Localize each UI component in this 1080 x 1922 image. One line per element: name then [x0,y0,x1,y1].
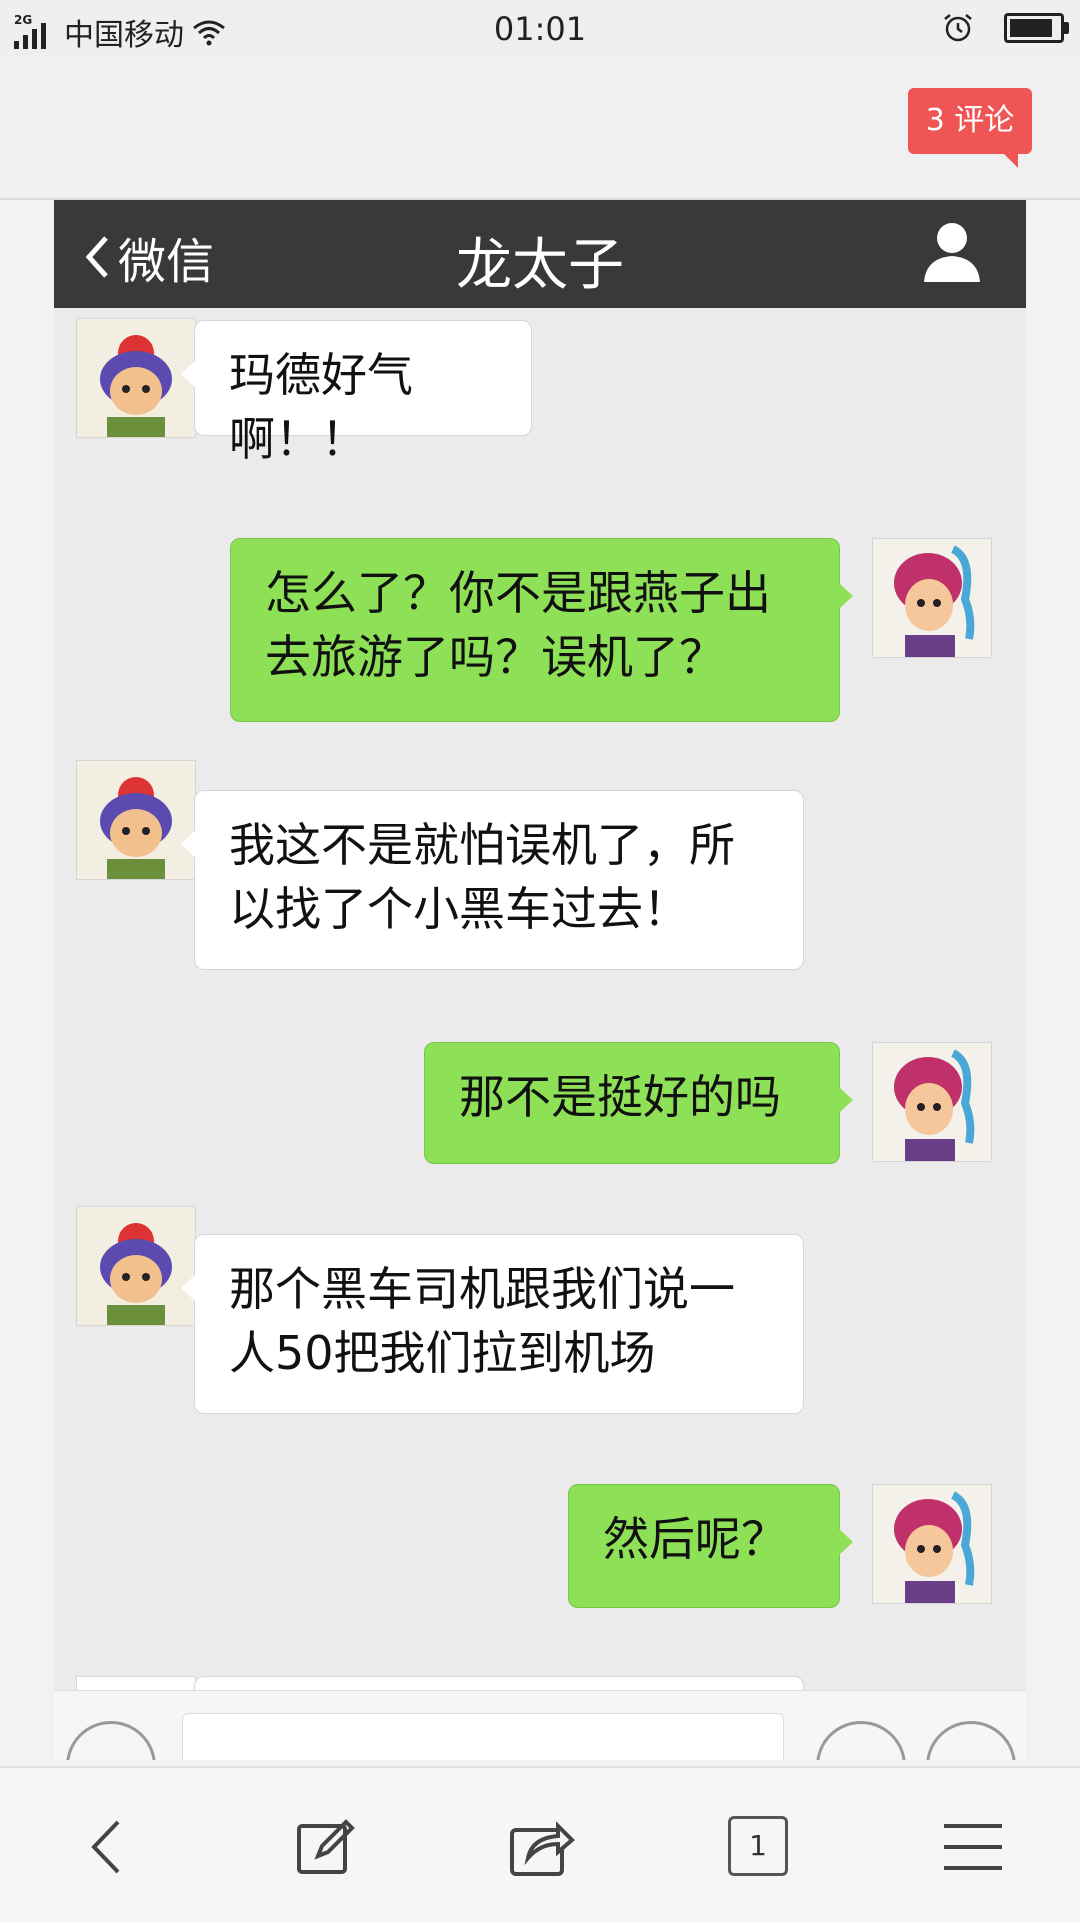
wechat-nav-bar: 微信 龙太子 [54,200,1026,308]
message-bubble-sent: 怎么了？你不是跟燕子出 去旅游了吗？误机了？ [230,538,853,722]
sender-avatar [76,1206,196,1326]
bottom-toolbar: 1 [0,1766,1080,1922]
chat-contact-name: 龙太子 [456,233,624,298]
clock: 01:01 [493,10,587,48]
menu-icon[interactable] [938,1812,1008,1882]
own-avatar [872,1042,992,1162]
own-avatar [872,1484,992,1604]
chat-screenshot: 微信 龙太子 玛德好气啊！！ 怎么了？你不是跟燕子出 去旅游了吗？误机了？ 我这… [54,200,1026,1760]
message-bubble-sent: 然后呢？ [568,1484,853,1608]
wechat-input-box [182,1713,784,1760]
own-avatar [872,538,992,658]
wechat-input-bar [54,1690,1026,1760]
edit-icon[interactable] [290,1812,360,1882]
status-right [942,12,1069,44]
status-bar: 2G 中国移动 01:01 [0,0,1080,60]
alarm-icon [944,14,972,42]
share-icon[interactable] [506,1812,576,1882]
message-bubble-sent: 那不是挺好的吗 [424,1042,853,1164]
message-bubble-received: 我这不是就怕误机了，所 以找了个小黑车过去！ [181,790,804,970]
message-bubble-received: 那个黑车司机跟我们说一 人50把我们拉到机场 [181,1234,804,1414]
voice-icon [66,1721,156,1760]
comment-count-button[interactable]: 3 评论 [908,88,1032,168]
plus-icon [926,1721,1016,1760]
user-icon [924,223,980,282]
battery-icon [1004,13,1069,43]
sender-avatar [76,760,196,880]
sender-avatar [76,318,196,438]
message-bubble-received: 玛德好气啊！！ [181,320,532,466]
tabs-button[interactable]: 1 [728,1816,788,1876]
back-icon[interactable] [74,1812,144,1882]
emoji-icon [816,1721,906,1760]
